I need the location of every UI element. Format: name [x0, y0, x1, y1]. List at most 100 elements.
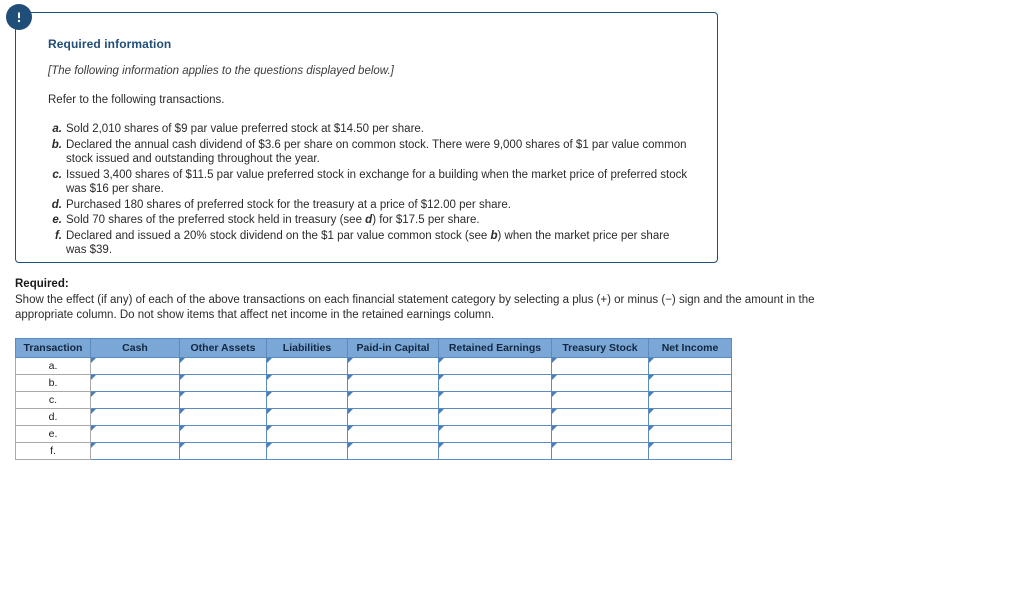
cell-f-paid-in-capital[interactable] [347, 442, 439, 460]
list-item: f. Declared and issued a 20% stock divid… [48, 229, 691, 258]
list-item: c. Issued 3,400 shares of $11.5 par valu… [48, 168, 691, 197]
cell-f-retained-earnings[interactable] [438, 442, 552, 460]
transaction-list: a. Sold 2,010 shares of $9 par value pre… [48, 122, 691, 258]
table-header-row: Transaction Cash Other Assets Liabilitie… [15, 338, 732, 358]
cell-marker-icon [91, 358, 96, 363]
cell-a-treasury-stock[interactable] [551, 357, 649, 375]
cell-marker-icon [91, 392, 96, 397]
cell-e-cash[interactable] [90, 425, 180, 443]
cell-d-other-assets[interactable] [179, 408, 267, 426]
cell-marker-icon [180, 375, 185, 380]
cell-f-liabilities[interactable] [266, 442, 348, 460]
cell-marker-icon [348, 392, 353, 397]
cell-c-paid-in-capital[interactable] [347, 391, 439, 409]
list-item-letter: a. [52, 123, 62, 135]
list-item-text: Purchased 180 shares of preferred stock … [66, 198, 511, 211]
cell-c-net-income[interactable] [648, 391, 732, 409]
cell-a-cash[interactable] [90, 357, 180, 375]
column-header-net-income: Net Income [648, 338, 732, 358]
cell-c-cash[interactable] [90, 391, 180, 409]
table-row: f. [15, 442, 732, 460]
cell-marker-icon [552, 443, 557, 448]
cell-marker-icon [649, 358, 654, 363]
list-item-letter: d. [51, 198, 62, 211]
cell-marker-icon [91, 443, 96, 448]
column-header-paid-in-capital: Paid-in Capital [347, 338, 439, 358]
cell-c-retained-earnings[interactable] [438, 391, 552, 409]
cell-d-retained-earnings[interactable] [438, 408, 552, 426]
cell-marker-icon [552, 409, 557, 414]
list-item-letter: e. [52, 214, 62, 226]
cell-d-cash[interactable] [90, 408, 180, 426]
cell-e-liabilities[interactable] [266, 425, 348, 443]
cell-marker-icon [348, 426, 353, 431]
cell-e-paid-in-capital[interactable] [347, 425, 439, 443]
cell-marker-icon [180, 443, 185, 448]
cell-d-treasury-stock[interactable] [551, 408, 649, 426]
cell-e-net-income[interactable] [648, 425, 732, 443]
cell-marker-icon [267, 358, 272, 363]
cell-a-paid-in-capital[interactable] [347, 357, 439, 375]
required-information-panel: Required information [The following info… [15, 12, 718, 263]
cell-d-net-income[interactable] [648, 408, 732, 426]
cell-marker-icon [552, 426, 557, 431]
cell-marker-icon [267, 426, 272, 431]
cell-marker-icon [267, 392, 272, 397]
cell-marker-icon [91, 426, 96, 431]
cell-c-liabilities[interactable] [266, 391, 348, 409]
cell-f-cash[interactable] [90, 442, 180, 460]
list-item-letter: b. [51, 138, 62, 151]
cell-b-cash[interactable] [90, 374, 180, 392]
cell-f-other-assets[interactable] [179, 442, 267, 460]
cell-b-retained-earnings[interactable] [438, 374, 552, 392]
cell-d-paid-in-capital[interactable] [347, 408, 439, 426]
cell-e-other-assets[interactable] [179, 425, 267, 443]
list-item: d. Purchased 180 shares of preferred sto… [48, 198, 691, 213]
list-item-letter: c. [52, 168, 62, 181]
row-label-a: a. [15, 357, 91, 375]
cell-marker-icon [91, 409, 96, 414]
table-row: a. [15, 357, 732, 375]
cell-a-retained-earnings[interactable] [438, 357, 552, 375]
cell-a-liabilities[interactable] [266, 357, 348, 375]
cell-marker-icon [439, 392, 444, 397]
list-item: e. Sold 70 shares of the preferred stock… [48, 213, 691, 228]
list-item: b. Declared the annual cash dividend of … [48, 138, 691, 167]
row-label-b: b. [15, 374, 91, 392]
panel-intro-text: Refer to the following transactions. [48, 94, 225, 106]
cell-marker-icon [348, 358, 353, 363]
column-header-liabilities: Liabilities [266, 338, 348, 358]
list-item-text: Sold 2,010 shares of $9 par value prefer… [66, 123, 424, 135]
cell-e-retained-earnings[interactable] [438, 425, 552, 443]
list-item: a. Sold 2,010 shares of $9 par value pre… [48, 122, 691, 137]
cell-d-liabilities[interactable] [266, 408, 348, 426]
cell-f-net-income[interactable] [648, 442, 732, 460]
cell-b-net-income[interactable] [648, 374, 732, 392]
cell-b-liabilities[interactable] [266, 374, 348, 392]
cell-a-other-assets[interactable] [179, 357, 267, 375]
cell-marker-icon [439, 409, 444, 414]
column-header-cash: Cash [90, 338, 180, 358]
list-item-text: Issued 3,400 shares of $11.5 par value p… [66, 168, 688, 196]
cell-marker-icon [439, 443, 444, 448]
table-row: e. [15, 425, 732, 443]
cell-marker-icon [180, 392, 185, 397]
cell-marker-icon [180, 409, 185, 414]
cell-marker-icon [552, 358, 557, 363]
column-header-transaction: Transaction [15, 338, 91, 358]
cell-c-other-assets[interactable] [179, 391, 267, 409]
cell-marker-icon [649, 443, 654, 448]
cell-e-treasury-stock[interactable] [551, 425, 649, 443]
table-row: d. [15, 408, 732, 426]
cell-marker-icon [649, 375, 654, 380]
cell-marker-icon [552, 375, 557, 380]
cell-a-net-income[interactable] [648, 357, 732, 375]
table-row: b. [15, 374, 732, 392]
cell-b-other-assets[interactable] [179, 374, 267, 392]
cell-c-treasury-stock[interactable] [551, 391, 649, 409]
cell-b-treasury-stock[interactable] [551, 374, 649, 392]
cell-f-treasury-stock[interactable] [551, 442, 649, 460]
cell-b-paid-in-capital[interactable] [347, 374, 439, 392]
column-header-other-assets: Other Assets [179, 338, 267, 358]
panel-italic-note: [The following information applies to th… [48, 65, 394, 77]
